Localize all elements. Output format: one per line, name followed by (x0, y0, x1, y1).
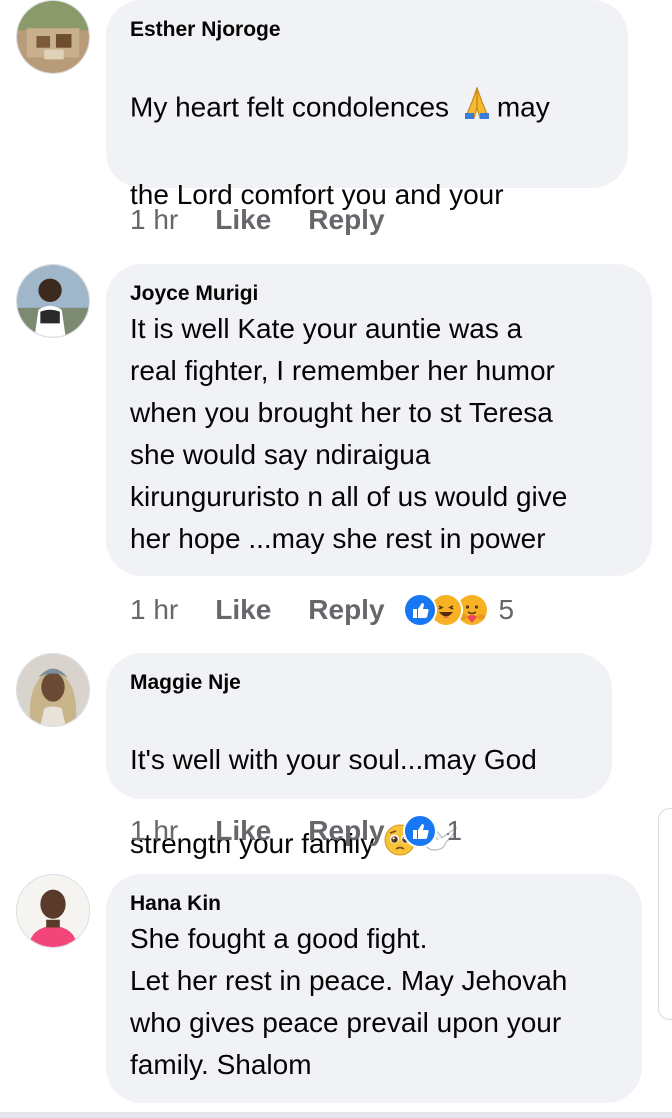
folded-hands-icon (459, 86, 495, 132)
reply-button[interactable]: Reply (308, 594, 384, 626)
side-panel-edge (658, 808, 672, 1020)
like-button[interactable]: Like (215, 204, 271, 236)
bottom-divider (0, 1112, 672, 1118)
comment-time[interactable]: 1 hr (130, 594, 178, 626)
comment-text: It is well Kate your auntie was a real f… (130, 313, 568, 554)
comment-bubble: Joyce Murigi It is well Kate your auntie… (106, 264, 652, 576)
comment-bubble: Hana Kin She fought a good fight. Let he… (106, 874, 642, 1103)
reply-button[interactable]: Reply (308, 204, 384, 236)
comment-time[interactable]: 1 hr (130, 815, 178, 847)
comment-meta: 1 hr Like Reply 5 (130, 590, 514, 630)
comment-meta: 1 hr Like Reply 1 (130, 811, 462, 851)
reactions-summary[interactable]: 5 (402, 593, 515, 627)
reaction-count: 5 (498, 594, 515, 625)
comment-meta: 1 hr Like Reply (130, 200, 403, 240)
like-button[interactable]: Like (215, 594, 271, 626)
avatar[interactable] (16, 653, 90, 727)
comment-author[interactable]: Esther Njoroge (130, 16, 604, 44)
comment-author[interactable]: Joyce Murigi (130, 280, 628, 308)
comment-text-line: It's well with your soul...may God (130, 744, 537, 775)
comment-author[interactable]: Maggie Nje (130, 669, 588, 697)
comment-text: My heart felt condolences may the Lord c… (130, 44, 604, 300)
comment-bubble: Maggie Nje It's well with your soul...ma… (106, 653, 612, 859)
like-button[interactable]: Like (215, 815, 271, 847)
like-reaction-icon (402, 814, 437, 848)
comment-time[interactable]: 1 hr (130, 204, 178, 236)
comment-text-line: may (496, 91, 550, 123)
avatar[interactable] (16, 264, 90, 338)
comment-bubble: Esther Njoroge My heart felt condolences… (106, 0, 628, 294)
avatar[interactable] (16, 874, 90, 948)
reactions-summary[interactable]: 1 (402, 814, 463, 848)
reply-button[interactable]: Reply (308, 815, 384, 847)
avatar[interactable] (16, 0, 90, 74)
comment-author[interactable]: Hana Kin (130, 890, 618, 918)
comment-text: She fought a good fight. Let her rest in… (130, 923, 568, 1080)
comment-text-line: My heart felt condolences (130, 91, 457, 123)
like-reaction-icon (402, 593, 437, 627)
reaction-count: 1 (446, 815, 463, 846)
comments-thread: Esther Njoroge My heart felt condolences… (0, 0, 672, 1118)
